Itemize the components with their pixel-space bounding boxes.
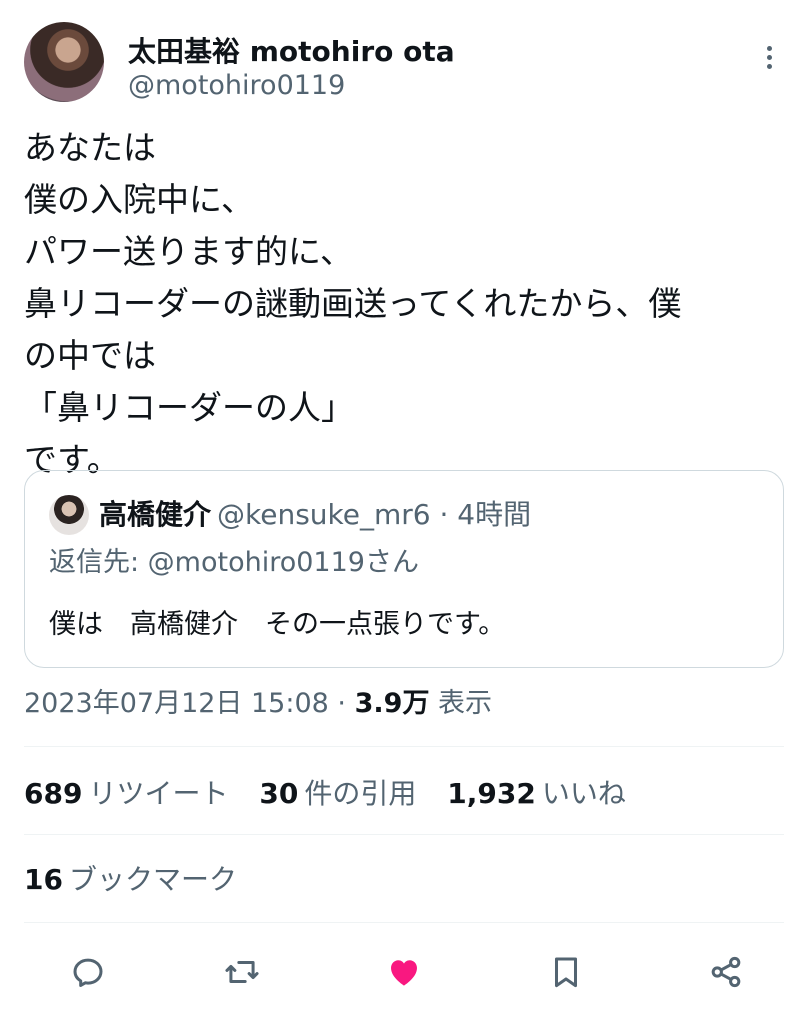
author-handle[interactable]: @motohiro0119 xyxy=(128,70,345,101)
author-display-name[interactable]: 太田基裕 motohiro ota xyxy=(128,30,455,70)
share-icon xyxy=(711,956,741,988)
reply-button[interactable] xyxy=(60,944,116,1000)
divider xyxy=(24,922,784,923)
quote-count: 30 xyxy=(259,777,299,810)
quoted-author-meta: @kensuke_mr6 · 4時間 xyxy=(217,498,532,531)
retweet-icon xyxy=(225,960,259,984)
tweet-text-line: の中では xyxy=(24,336,156,375)
quoted-reply-to: 返信先: @motohiro0119さん xyxy=(49,547,419,578)
more-options-button[interactable] xyxy=(754,42,784,82)
more-dot-icon xyxy=(766,64,772,69)
quoted-tweet-header: 高橋健介 @kensuke_mr6 · 4時間 xyxy=(99,495,531,535)
view-label: 表示 xyxy=(438,688,493,719)
bookmark-count: 16 xyxy=(24,863,63,896)
quotes-stat[interactable]: 30 件の引用 xyxy=(259,777,416,810)
reply-icon xyxy=(73,958,103,987)
author-avatar[interactable] xyxy=(24,22,104,102)
like-label: いいね xyxy=(541,777,626,810)
quote-label: 件の引用 xyxy=(304,777,417,810)
tweet-text-line: あなたは xyxy=(24,128,156,167)
bookmark-icon xyxy=(554,957,578,988)
like-count: 1,932 xyxy=(447,777,536,810)
like-button[interactable] xyxy=(376,944,432,1000)
tweet-text: あなたは 僕の入院中に、 パワー送ります的に、 鼻リコーダーの謎動画送ってくれた… xyxy=(24,122,784,486)
share-button[interactable] xyxy=(698,944,754,1000)
view-count: 3.9万 xyxy=(354,688,430,719)
heart-filled-icon xyxy=(391,960,417,986)
quoted-author-name: 高橋健介 xyxy=(99,498,212,531)
tweet-text-line: 「鼻リコーダーの人」 xyxy=(24,388,354,427)
divider xyxy=(24,746,784,747)
action-bar xyxy=(0,944,808,1000)
tweet-meta: 2023年07月12日 15:08 · 3.9万 表示 xyxy=(24,684,492,724)
tweet-text-line: パワー送ります的に、 xyxy=(24,232,354,271)
divider xyxy=(24,834,784,835)
tweet-timestamp[interactable]: 2023年07月12日 15:08 xyxy=(24,688,329,719)
likes-stat[interactable]: 1,932 いいね xyxy=(447,777,626,810)
bookmarks-stat[interactable]: 16 ブックマーク xyxy=(24,860,237,900)
bookmark-button[interactable] xyxy=(538,944,594,1000)
retweet-count: 689 xyxy=(24,777,83,810)
retweet-button[interactable] xyxy=(214,944,270,1000)
retweet-label: リツイート xyxy=(88,777,229,810)
quoted-tweet-text: 僕は 高橋健介 その一点張りです。 xyxy=(49,609,506,640)
retweets-stat[interactable]: 689 リツイート xyxy=(24,777,228,810)
quoted-tweet-card[interactable]: 高橋健介 @kensuke_mr6 · 4時間 返信先: @motohiro011… xyxy=(24,470,784,668)
engagement-stats: 689 リツイート 30 件の引用 1,932 いいね xyxy=(24,774,648,814)
quoted-author-avatar xyxy=(49,495,89,535)
bookmark-label: ブックマーク xyxy=(68,863,237,896)
tweet-text-line: 鼻リコーダーの謎動画送ってくれたから、僕 xyxy=(24,284,682,323)
tweet-header: 太田基裕 motohiro ota @motohiro0119 xyxy=(24,22,784,106)
tweet-text-line: 僕の入院中に、 xyxy=(24,180,255,219)
more-dot-icon xyxy=(766,55,772,60)
meta-separator: · xyxy=(337,688,347,719)
more-dot-icon xyxy=(766,46,772,51)
